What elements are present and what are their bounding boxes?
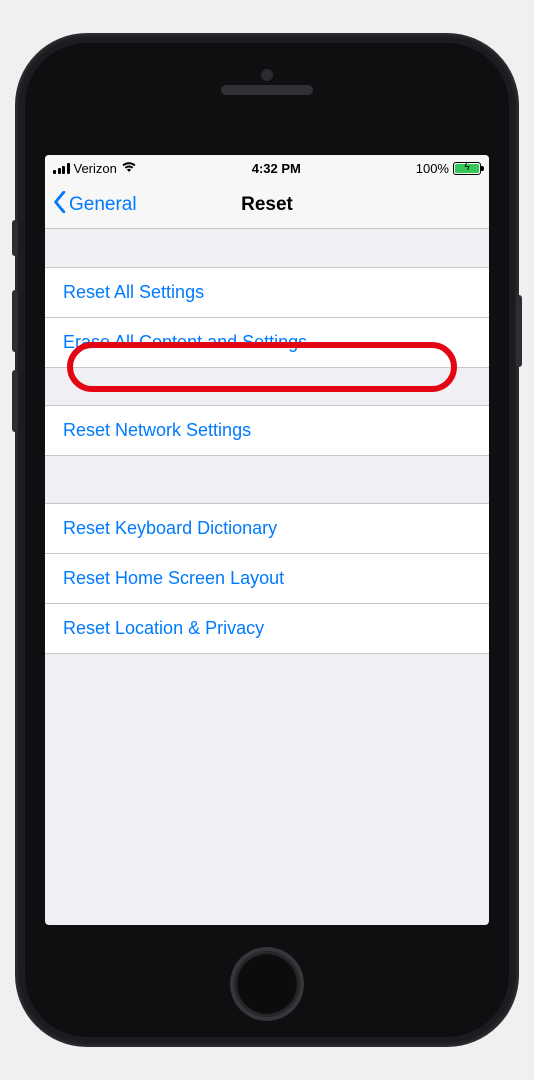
cell-label: Reset Keyboard Dictionary <box>63 518 277 539</box>
group-2: Reset Network Settings <box>45 405 489 455</box>
back-button[interactable]: General <box>53 191 137 219</box>
group-1: Reset All Settings Erase All Content and… <box>45 267 489 367</box>
volume-down-button <box>12 370 18 432</box>
status-time: 4:32 PM <box>252 161 301 176</box>
cell-reset-all-settings[interactable]: Reset All Settings <box>45 267 489 317</box>
stage: Verizon 4:32 PM 100% ϟ <box>0 0 534 1080</box>
iphone-device-frame: Verizon 4:32 PM 100% ϟ <box>17 35 517 1045</box>
earpiece-speaker <box>221 85 313 95</box>
back-button-label: General <box>69 194 137 216</box>
cellular-signal-icon <box>53 163 70 174</box>
cell-reset-home-screen-layout[interactable]: Reset Home Screen Layout <box>45 553 489 603</box>
volume-up-button <box>12 290 18 352</box>
cell-reset-keyboard-dictionary[interactable]: Reset Keyboard Dictionary <box>45 503 489 553</box>
cell-reset-network-settings[interactable]: Reset Network Settings <box>45 405 489 455</box>
cell-reset-location-and-privacy[interactable]: Reset Location & Privacy <box>45 603 489 653</box>
screen: Verizon 4:32 PM 100% ϟ <box>45 155 489 925</box>
cell-label: Reset Home Screen Layout <box>63 568 284 589</box>
navigation-bar: General Reset <box>45 181 489 229</box>
cell-label: Reset All Settings <box>63 282 204 303</box>
charging-bolt-icon: ϟ <box>464 163 469 173</box>
status-left: Verizon <box>53 161 137 176</box>
carrier-label: Verizon <box>74 161 117 176</box>
status-right: 100% ϟ <box>416 161 481 176</box>
cell-label: Reset Location & Privacy <box>63 618 264 639</box>
group-3: Reset Keyboard Dictionary Reset Home Scr… <box>45 503 489 653</box>
mute-switch <box>12 220 18 256</box>
cell-label: Erase All Content and Settings <box>63 332 307 353</box>
battery-percentage: 100% <box>416 161 449 176</box>
chevron-left-icon <box>53 191 67 219</box>
status-bar: Verizon 4:32 PM 100% ϟ <box>45 155 489 181</box>
power-button <box>516 295 522 367</box>
home-button[interactable] <box>230 947 304 1021</box>
battery-icon: ϟ <box>453 162 481 175</box>
proximity-sensor <box>261 69 273 81</box>
cell-label: Reset Network Settings <box>63 420 251 441</box>
wifi-icon <box>121 161 137 176</box>
content: Reset All Settings Erase All Content and… <box>45 267 489 653</box>
cell-erase-all-content-and-settings[interactable]: Erase All Content and Settings <box>45 317 489 367</box>
